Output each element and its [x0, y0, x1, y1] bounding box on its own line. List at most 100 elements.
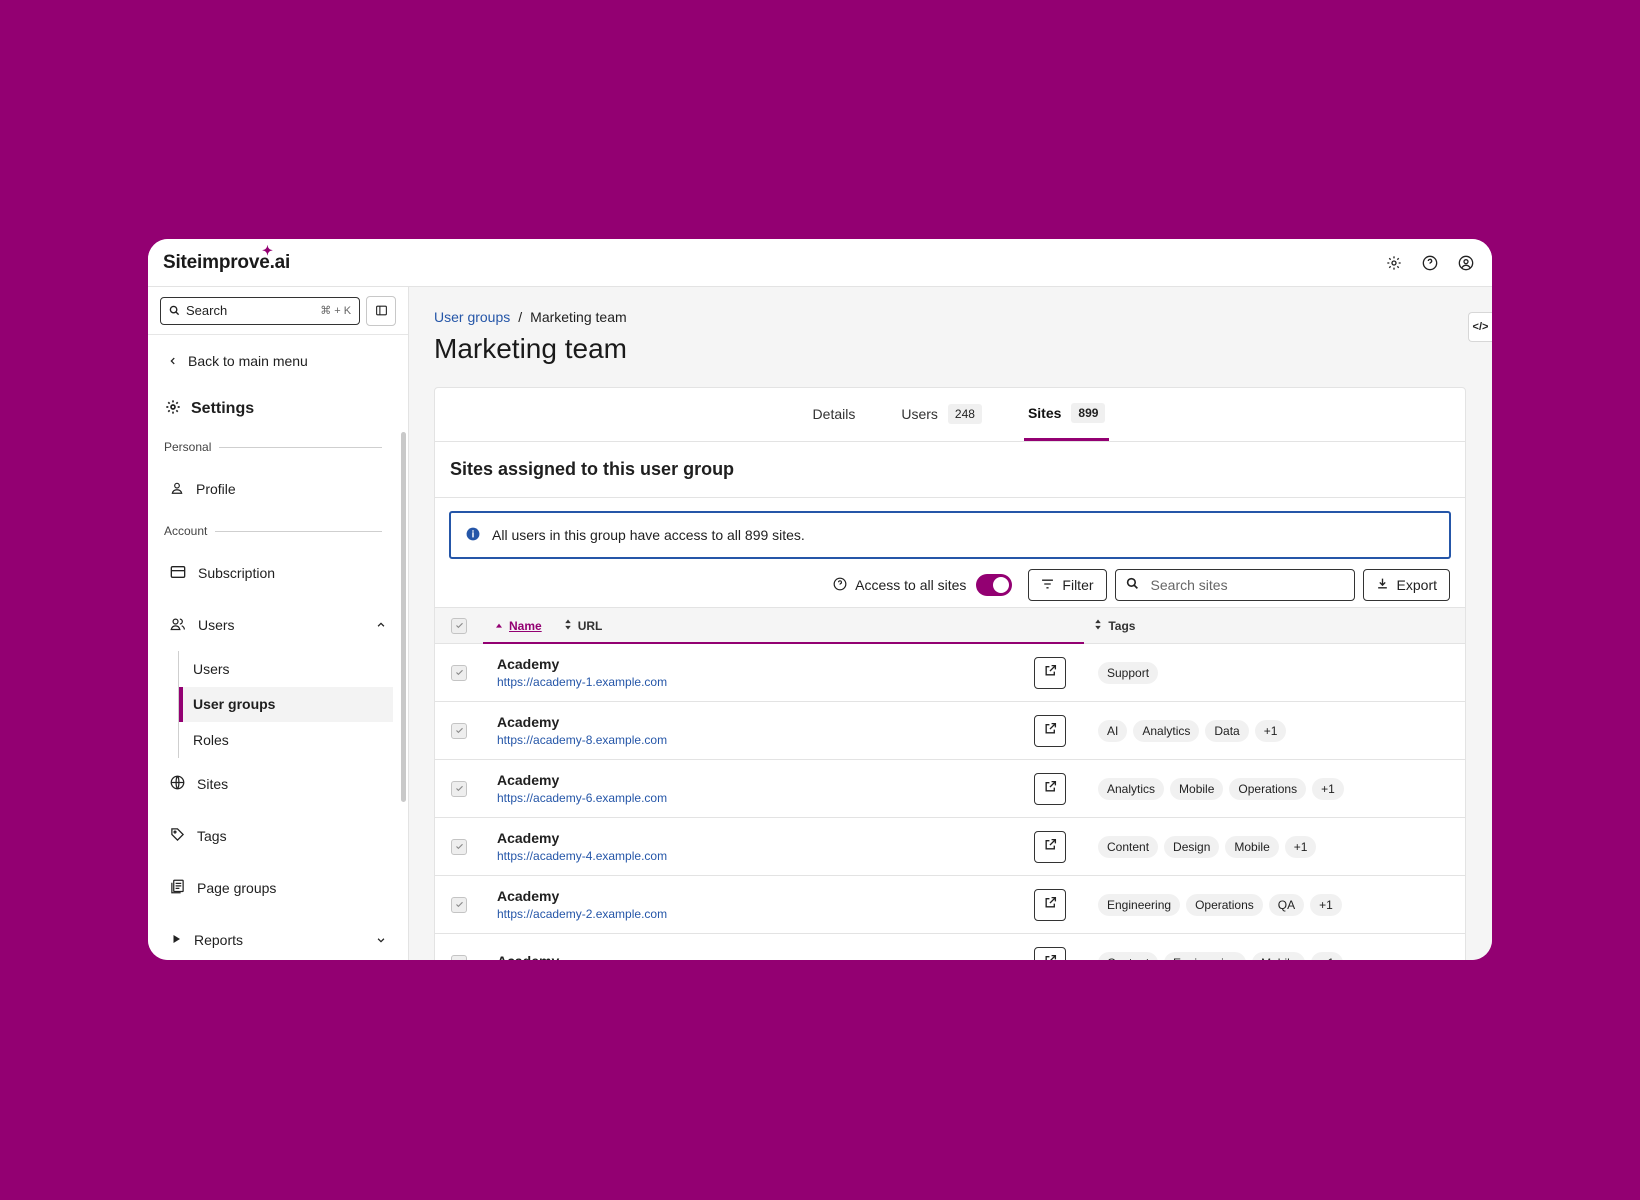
export-button[interactable]: Export: [1362, 569, 1450, 601]
column-header-tags[interactable]: Tags: [1094, 619, 1135, 633]
site-name[interactable]: Academy: [497, 656, 1034, 672]
site-url[interactable]: https://academy-2.example.com: [497, 907, 1034, 921]
site-name[interactable]: Academy: [497, 888, 1034, 904]
table-toolbar: Access to all sites Filter Search sites …: [435, 559, 1465, 601]
site-url[interactable]: https://academy-6.example.com: [497, 791, 1034, 805]
open-site-button[interactable]: [1034, 714, 1066, 747]
column-header-label: URL: [577, 618, 603, 633]
gear-icon[interactable]: [1383, 252, 1405, 274]
tab-count-badge: 248: [947, 404, 982, 424]
site-tags: Support: [1098, 661, 1159, 684]
search-icon: [1126, 577, 1139, 593]
open-site-button[interactable]: [1034, 772, 1066, 805]
select-all-checkbox[interactable]: [451, 617, 467, 634]
open-site-button[interactable]: [1034, 830, 1066, 863]
site-name[interactable]: Academy: [497, 772, 1034, 788]
open-site-button[interactable]: [1034, 888, 1066, 921]
sidebar-item-users[interactable]: Users: [148, 599, 408, 651]
open-site-button[interactable]: [1034, 946, 1066, 960]
open-site-button[interactable]: [1034, 656, 1066, 689]
external-link-icon: [1044, 896, 1057, 914]
filter-button[interactable]: Filter: [1028, 569, 1107, 601]
collapse-sidebar-button[interactable]: [366, 295, 396, 326]
row-checkbox[interactable]: [451, 780, 467, 797]
row-checkbox[interactable]: [451, 954, 467, 960]
sidebar-item-reports[interactable]: Reports: [148, 914, 408, 961]
search-placeholder: Search: [186, 303, 228, 318]
table-row[interactable]: Academy https://academy-8.example.com AI…: [435, 702, 1465, 760]
site-url[interactable]: https://academy-1.example.com: [497, 675, 1034, 689]
breadcrumb-link-user-groups[interactable]: User groups: [434, 309, 510, 325]
main-content: </> User groups / Marketing team Marketi…: [409, 287, 1492, 960]
access-all-sites: Access to all sites: [833, 574, 1013, 596]
code-icon[interactable]: </>: [1468, 312, 1492, 342]
row-checkbox[interactable]: [451, 722, 467, 739]
search-sites-input[interactable]: Search sites: [1114, 569, 1355, 601]
section-account: Account: [148, 515, 408, 547]
tag-badge: Analytics: [1133, 719, 1200, 742]
logo[interactable]: Siteimprove ✦ .ai: [163, 243, 291, 274]
global-search-input[interactable]: Search ⌘ + K: [160, 296, 361, 325]
tag-badge: Support: [1098, 661, 1159, 684]
logo-text: Siteimprove: [163, 251, 270, 273]
subnav-label: Users: [193, 660, 230, 677]
table-row[interactable]: Academy https://academy-2.example.com En…: [435, 876, 1465, 934]
credit-card-icon: [170, 565, 186, 582]
sidebar-item-label: Tags: [197, 827, 227, 844]
sidebar-item-label: Subscription: [198, 565, 276, 581]
app-window: Siteimprove ✦ .ai Search ⌘ + K Back to m…: [148, 239, 1492, 960]
site-tags: Content Engineering Mobile +1: [1098, 951, 1344, 960]
sidebar-item-subscription[interactable]: Subscription: [148, 547, 408, 599]
tag-icon: [170, 827, 185, 845]
subnav-label: User groups: [193, 696, 276, 713]
tab-label: Sites: [1027, 404, 1062, 421]
sidebar-scrollbar[interactable]: [401, 432, 406, 802]
column-header-url[interactable]: URL: [564, 618, 603, 633]
column-header-name[interactable]: Name: [495, 619, 542, 633]
site-url[interactable]: https://academy-4.example.com: [497, 849, 1034, 863]
tab-bar: Details Users 248 Sites 899: [435, 388, 1465, 442]
sidebar-item-profile[interactable]: Profile: [148, 463, 408, 515]
user-icon[interactable]: [1455, 252, 1477, 274]
search-icon: [169, 305, 180, 316]
tab-users[interactable]: Users 248: [897, 387, 986, 441]
table-row[interactable]: Academy https://academy-1.example.com Su…: [435, 644, 1465, 702]
subnav-item-roles[interactable]: Roles: [178, 722, 393, 758]
filter-icon: [1041, 577, 1054, 593]
sites-table: Name URL Tags Academy https://academy-1.…: [435, 607, 1465, 960]
sidebar-item-tags[interactable]: Tags: [148, 810, 408, 862]
subnav-item-user-groups[interactable]: User groups: [178, 686, 393, 722]
site-name[interactable]: Academy: [497, 953, 1034, 960]
logo-suffix: ai: [274, 251, 291, 273]
sidebar-item-page-groups[interactable]: Page groups: [148, 862, 408, 914]
download-icon: [1376, 577, 1389, 593]
tag-badge: Content: [1098, 951, 1159, 960]
tag-badge: Operations: [1186, 893, 1263, 916]
chevron-down-icon[interactable]: [376, 932, 386, 948]
site-tags: Content Design Mobile +1: [1098, 835, 1317, 858]
access-all-sites-toggle[interactable]: [976, 574, 1013, 596]
site-url[interactable]: https://academy-8.example.com: [497, 733, 1034, 747]
tag-badge: Content: [1098, 835, 1159, 858]
external-link-icon: [1044, 954, 1057, 960]
table-row[interactable]: Academy Content Engineering Mobile +1: [435, 934, 1465, 960]
row-checkbox[interactable]: [451, 838, 467, 855]
help-icon[interactable]: [833, 577, 847, 594]
row-checkbox[interactable]: [451, 896, 467, 913]
table-row[interactable]: Academy https://academy-6.example.com An…: [435, 760, 1465, 818]
tab-sites[interactable]: Sites 899: [1023, 387, 1110, 441]
sidebar-item-label: Profile: [196, 481, 236, 497]
table-row[interactable]: Academy https://academy-4.example.com Co…: [435, 818, 1465, 876]
site-name[interactable]: Academy: [497, 714, 1034, 730]
help-icon[interactable]: [1419, 252, 1441, 274]
search-shortcut: ⌘ + K: [320, 305, 352, 317]
sidebar-item-sites[interactable]: Sites: [148, 758, 408, 810]
site-name[interactable]: Academy: [497, 830, 1034, 846]
row-checkbox[interactable]: [451, 664, 467, 681]
back-to-main-menu[interactable]: Back to main menu: [148, 335, 408, 387]
tag-badge: Engineering: [1164, 951, 1247, 960]
sidebar-item-label: Sites: [197, 775, 229, 792]
subnav-item-users[interactable]: Users: [178, 651, 393, 687]
chevron-up-icon[interactable]: [376, 617, 386, 633]
tab-details[interactable]: Details: [809, 387, 860, 441]
